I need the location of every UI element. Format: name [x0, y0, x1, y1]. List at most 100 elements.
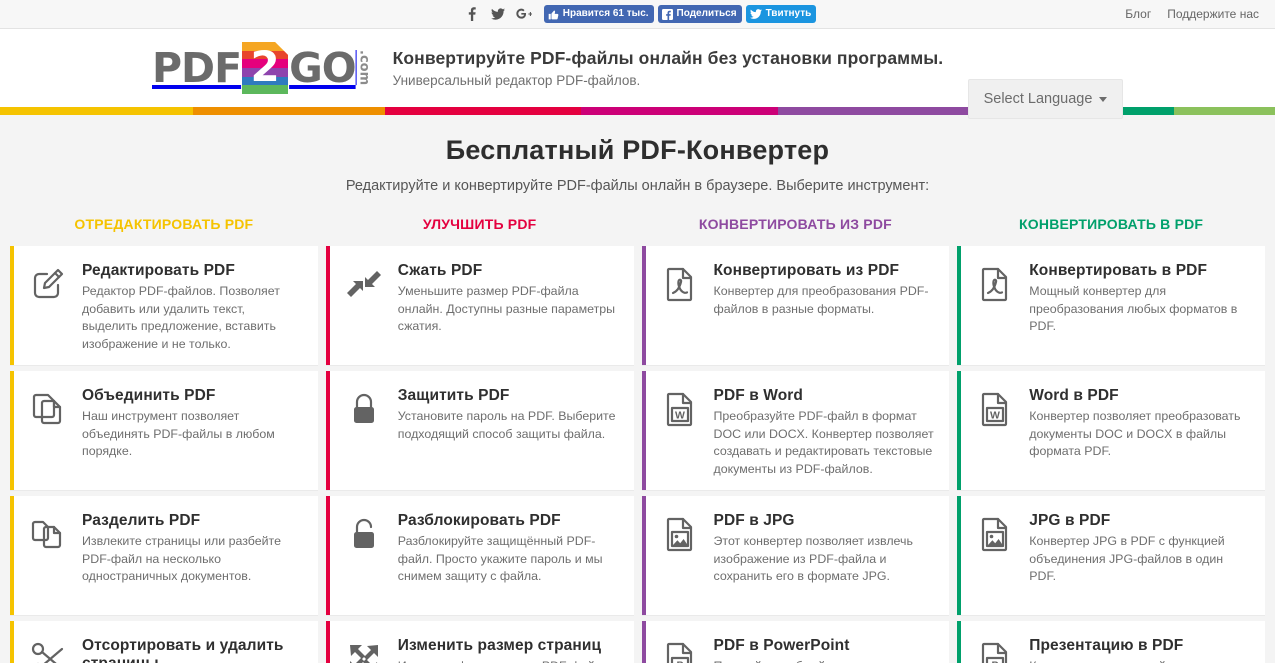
tool-card-title: PDF в JPG — [713, 512, 795, 529]
column-heading: КОНВЕРТИРОВАТЬ ИЗ PDF — [698, 216, 892, 232]
tool-card-body: PDF в Word Преобразуйте PDF-файл в формат… — [713, 387, 936, 476]
chevron-down-icon — [1099, 96, 1108, 102]
tool-card-body: PDF в JPG Этот конвертер позволяет извлеч… — [714, 512, 936, 599]
like-button-label: Нравится 61 тыс. — [562, 8, 649, 19]
header-subtitle: Универсальный редактор PDF-файлов. — [392, 73, 641, 88]
tool-card[interactable]: Изменить размер страниц Измените формат л… — [325, 621, 634, 663]
tool-card-body: Отсортировать и удалить страницы — [82, 637, 304, 663]
word-file-icon: W — [973, 387, 1017, 431]
tool-card[interactable]: Разблокировать PDF Разблокируйте защищённ… — [325, 496, 634, 615]
tool-column: ОТРЕДАКТИРОВАТЬ PDF Редактировать PDF Реда… — [10, 216, 318, 663]
nav-link-blog[interactable]: Блог — [1125, 7, 1151, 21]
twitter-tweet-button[interactable]: Твитнуть — [745, 5, 817, 23]
powerpoint-file-icon: P — [973, 637, 1017, 663]
tool-card-description: Редактор PDF-файлов. Позволяет добавить … — [82, 284, 280, 351]
logo-mark: 2 — [242, 42, 289, 94]
share-button-label: Поделиться — [676, 8, 737, 19]
tool-card-body: Редактировать PDF Редактор PDF-файлов. По… — [82, 262, 304, 351]
tool-card[interactable]: Редактировать PDF Редактор PDF-файлов. По… — [10, 246, 318, 365]
page-subtitle: Редактируйте и конвертируйте PDF-файлы о… — [345, 178, 930, 194]
split-documents-icon — [26, 512, 70, 556]
tool-card-body: Презентацию в PDF Конвертер презентаций д… — [1029, 637, 1251, 663]
tool-card-body: Сжать PDF Уменьшите размер PDF-файла онла… — [398, 262, 620, 349]
tool-card[interactable]: P PDF в PowerPoint Простой и удобный инстр… — [641, 621, 950, 663]
tool-card-title: JPG в PDF — [1029, 512, 1111, 529]
svg-text:W: W — [675, 410, 685, 422]
tool-card-body: Разделить PDF Извлеките страницы или разб… — [82, 512, 304, 599]
tool-card-title: Редактировать PDF — [82, 262, 235, 279]
tool-card-title: Отсортировать и удалить страницы — [82, 637, 284, 663]
tool-card[interactable]: Защитить PDF Установите пароль на PDF. Вы… — [325, 371, 634, 490]
tool-card-body: Изменить размер страниц Измените формат л… — [398, 637, 620, 663]
svg-text:W: W — [990, 410, 1000, 422]
powerpoint-file-icon: P — [658, 637, 702, 663]
header-title: Конвертируйте PDF-файлы онлайн без устан… — [392, 48, 944, 68]
word-file-icon: W — [658, 387, 702, 431]
tool-card-title: Word в PDF — [1029, 387, 1119, 404]
social-buttons-group: Нравится 61 тыс. Поделиться Твитнуть — [459, 3, 817, 25]
tool-card[interactable]: Сжать PDF Уменьшите размер PDF-файла онла… — [325, 246, 634, 365]
tool-card-body: Защитить PDF Установите пароль на PDF. Вы… — [398, 387, 620, 474]
logo-dotcom: .com — [356, 50, 372, 86]
tool-card[interactable]: Объединить PDF Наш инструмент позволяет о… — [10, 371, 318, 490]
tool-card-description: Извлеките страницы или разбейте PDF-файл… — [82, 534, 281, 584]
tool-column: КОНВЕРТИРОВАТЬ В PDF Конвертировать в PDF… — [957, 216, 1265, 663]
svg-text:P: P — [992, 660, 999, 663]
tool-card-title: Конвертировать из PDF — [713, 262, 900, 279]
tool-card-description: Простой и удобный инструмент для — [714, 658, 936, 663]
tool-card-description: Конвертер презентаций для — [1029, 658, 1251, 663]
tool-card-description: Конвертер JPG в PDF с функцией объединен… — [1029, 534, 1225, 584]
edit-pencil-document-icon — [26, 262, 70, 306]
pdf-file-icon — [973, 262, 1017, 306]
facebook-share-button[interactable]: Поделиться — [657, 5, 742, 23]
tool-card[interactable]: Конвертировать из PDF Конвертер для преоб… — [641, 246, 950, 365]
header-tagline: Конвертируйте PDF-файлы онлайн без устан… — [393, 48, 944, 88]
image-file-icon — [973, 512, 1017, 556]
top-nav: Блог Поддержите нас — [1125, 0, 1259, 28]
merge-documents-icon — [26, 387, 70, 431]
nav-link-support[interactable]: Поддержите нас — [1167, 7, 1259, 21]
tool-column: КОНВЕРТИРОВАТЬ ИЗ PDF Конвертировать из P… — [641, 216, 950, 663]
tool-card-description: Наш инструмент позволяет объединять PDF-… — [82, 409, 275, 459]
tool-card[interactable]: JPG в PDF Конвертер JPG в PDF с функцией … — [957, 496, 1265, 615]
twitter-icon[interactable] — [485, 3, 511, 25]
tool-card-title: Изменить размер страниц — [397, 637, 602, 654]
tool-card-title: Сжать PDF — [397, 262, 483, 279]
lock-open-icon — [342, 512, 386, 556]
tool-card-description: Мощный конвертер для преобразования любы… — [1029, 284, 1238, 334]
tool-card[interactable]: W Word в PDF Конвертер позволяет преобразо… — [957, 371, 1265, 490]
main-content: Бесплатный PDF-Конвертер Редактируйте и … — [0, 115, 1275, 663]
facebook-f-icon — [661, 8, 673, 20]
tool-card-title: Защитить PDF — [397, 387, 510, 404]
tool-card[interactable]: PDF в JPG Этот конвертер позволяет извлеч… — [641, 496, 950, 615]
tool-card-description: Разблокируйте защищённый PDF-файл. Прост… — [397, 534, 603, 584]
select-language-button[interactable]: Select Language — [968, 79, 1123, 119]
tool-card-body: Разблокировать PDF Разблокируйте защищённ… — [398, 512, 620, 599]
tool-card[interactable]: P Презентацию в PDF Конвертер презентаций … — [957, 621, 1265, 663]
lock-closed-icon — [342, 387, 386, 431]
top-bar: Нравится 61 тыс. Поделиться Твитнуть Бло… — [0, 0, 1275, 29]
google-plus-icon[interactable] — [511, 3, 537, 25]
tool-card-body: Word в PDF Конвертер позволяет преобразов… — [1029, 387, 1251, 474]
logo-text-left: PDF — [152, 43, 242, 92]
tool-card-title: PDF в PowerPoint — [713, 637, 850, 654]
tool-card-title: Презентацию в PDF — [1029, 637, 1184, 654]
tool-card-description: Преобразуйте PDF-файл в формат DOC или D… — [713, 409, 934, 476]
tool-card[interactable]: Конвертировать в PDF Мощный конвертер для… — [957, 246, 1265, 365]
facebook-icon[interactable] — [459, 3, 485, 25]
site-logo[interactable]: PDF 2 GO .com — [152, 42, 372, 94]
tool-card[interactable]: W PDF в Word Преобразуйте PDF-файл в форма… — [641, 371, 950, 490]
tweet-button-label: Твитнуть — [765, 8, 812, 19]
tool-card[interactable]: Отсортировать и удалить страницы — [10, 621, 318, 663]
tool-card-body: PDF в PowerPoint Простой и удобный инстру… — [714, 637, 936, 663]
tool-card-title: Конвертировать в PDF — [1029, 262, 1208, 279]
column-heading: КОНВЕРТИРОВАТЬ В PDF — [1019, 216, 1204, 232]
compress-arrows-icon — [342, 262, 386, 306]
image-file-icon — [658, 512, 702, 556]
facebook-like-button[interactable]: Нравится 61 тыс. — [543, 5, 654, 23]
tool-card[interactable]: Разделить PDF Извлеките страницы или разб… — [10, 496, 318, 615]
thumbs-up-icon — [548, 9, 559, 19]
column-heading: ОТРЕДАКТИРОВАТЬ PDF — [74, 216, 254, 232]
tool-columns: ОТРЕДАКТИРОВАТЬ PDF Редактировать PDF Реда… — [0, 216, 1275, 663]
tool-card-title: PDF в Word — [713, 387, 803, 404]
